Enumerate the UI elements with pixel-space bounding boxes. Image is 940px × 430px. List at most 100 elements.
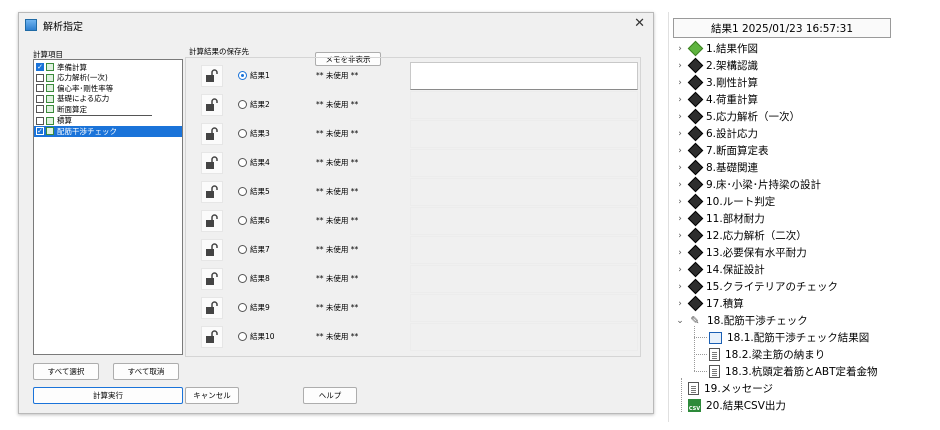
unlock-icon[interactable]	[201, 297, 223, 319]
help-button[interactable]: ヘルプ	[303, 387, 357, 404]
checkbox-icon[interactable]: ✓	[36, 127, 44, 136]
calc-item[interactable]: ✓ 準備計算	[34, 62, 182, 73]
chevron-right-icon[interactable]: ›	[675, 248, 685, 258]
chevron-right-icon[interactable]: ›	[675, 197, 685, 207]
slot-memo-field[interactable]	[410, 91, 638, 119]
select-all-button[interactable]: すべて選択	[33, 363, 99, 380]
result-header[interactable]: 結果1 2025/01/23 16:57:31	[673, 18, 891, 38]
run-calculation-button[interactable]: 計算実行	[33, 387, 183, 404]
tree-node[interactable]: › 4.荷重計算	[675, 91, 758, 108]
unlock-icon[interactable]	[201, 210, 223, 232]
chevron-right-icon[interactable]: ›	[675, 146, 685, 156]
tree-node[interactable]: › 9.床･小梁･片持梁の設計	[675, 176, 821, 193]
slot-label[interactable]: 結果10	[250, 331, 275, 342]
calc-item[interactable]: 応力解析(一次)	[34, 73, 182, 84]
slot-memo-field[interactable]	[410, 265, 638, 293]
slot-radio[interactable]	[238, 129, 247, 138]
unlock-icon[interactable]	[201, 326, 223, 348]
chevron-right-icon[interactable]: ›	[675, 265, 685, 275]
slot-label[interactable]: 結果1	[250, 70, 270, 81]
chevron-right-icon[interactable]: ›	[675, 282, 685, 292]
tree-node[interactable]: › 15.クライテリアのチェック	[675, 278, 838, 295]
slot-label[interactable]: 結果2	[250, 99, 270, 110]
tree-node[interactable]: › 17.積算	[675, 295, 744, 312]
chevron-right-icon[interactable]: ›	[675, 231, 685, 241]
slot-memo-field[interactable]	[410, 62, 638, 90]
chevron-right-icon[interactable]: ›	[675, 180, 685, 190]
tree-node[interactable]: › 7.断面算定表	[675, 142, 769, 159]
unlock-icon[interactable]	[201, 268, 223, 290]
checkbox-icon[interactable]	[36, 116, 44, 125]
chevron-right-icon[interactable]: ›	[675, 95, 685, 105]
slot-memo-field[interactable]	[410, 149, 638, 177]
tree-node[interactable]: 19.メッセージ	[688, 380, 773, 397]
tree-node[interactable]: › 8.基礎関連	[675, 159, 758, 176]
checkbox-icon[interactable]	[36, 84, 44, 93]
slot-radio[interactable]	[238, 158, 247, 167]
tree-node[interactable]: 18.1.配筋干渉チェック結果図	[709, 329, 869, 346]
tree-node[interactable]: › 5.応力解析（一次）	[675, 108, 800, 125]
unlock-icon[interactable]	[201, 152, 223, 174]
tree-node[interactable]: › 13.必要保有水平耐力	[675, 244, 807, 261]
chevron-right-icon[interactable]: ›	[675, 44, 685, 54]
chevron-right-icon[interactable]: ›	[675, 112, 685, 122]
close-icon[interactable]: ✕	[634, 16, 645, 31]
tree-node[interactable]: › 1.結果作図	[675, 40, 758, 57]
slot-label[interactable]: 結果5	[250, 186, 270, 197]
slot-label[interactable]: 結果7	[250, 244, 270, 255]
tree-node[interactable]: 18.2.梁主筋の納まり	[709, 346, 825, 363]
slot-memo-field[interactable]	[410, 236, 638, 264]
checkbox-icon[interactable]	[36, 105, 44, 114]
chevron-right-icon[interactable]: ›	[675, 78, 685, 88]
tree-node[interactable]: › 11.部材耐力	[675, 210, 765, 227]
chevron-down-icon[interactable]: ⌄	[675, 316, 685, 326]
slot-radio[interactable]	[238, 187, 247, 196]
checkbox-icon[interactable]: ✓	[36, 63, 44, 72]
slot-memo-field[interactable]	[410, 207, 638, 235]
calc-item[interactable]: ✓ 配筋干渉チェック	[34, 126, 182, 137]
slot-radio[interactable]	[238, 245, 247, 254]
chevron-right-icon[interactable]: ›	[675, 61, 685, 71]
calc-items-list[interactable]: ✓ 準備計算 応力解析(一次) 偏心率･剛性率等 基礎による応力 断面算定 積算 ✓ 配筋干渉チ…	[33, 59, 183, 355]
chevron-right-icon[interactable]: ›	[675, 214, 685, 224]
slot-memo-field[interactable]	[410, 323, 638, 351]
tree-node[interactable]: › 10.ルート判定	[675, 193, 775, 210]
deselect-all-button[interactable]: すべて取消	[113, 363, 179, 380]
slot-radio[interactable]	[238, 100, 247, 109]
tree-node[interactable]: › 12.応力解析（二次）	[675, 227, 807, 244]
tree-node[interactable]: › 6.設計応力	[675, 125, 758, 142]
slot-label[interactable]: 結果3	[250, 128, 270, 139]
slot-radio[interactable]	[238, 71, 247, 80]
slot-radio[interactable]	[238, 216, 247, 225]
slot-label[interactable]: 結果6	[250, 215, 270, 226]
unlock-icon[interactable]	[201, 65, 223, 87]
slot-label[interactable]: 結果4	[250, 157, 270, 168]
slot-label[interactable]: 結果9	[250, 302, 270, 313]
calc-item[interactable]: 積算	[34, 116, 182, 127]
slot-memo-field[interactable]	[410, 120, 638, 148]
slot-memo-field[interactable]	[410, 178, 638, 206]
slot-label[interactable]: 結果8	[250, 273, 270, 284]
tree-node[interactable]: CSV 20.結果CSV出力	[688, 397, 786, 414]
unlock-icon[interactable]	[201, 239, 223, 261]
calc-item[interactable]: 基礎による応力	[34, 94, 182, 105]
unlock-icon[interactable]	[201, 94, 223, 116]
tree-node[interactable]: › 14.保証設計	[675, 261, 765, 278]
tree-node[interactable]: 18.3.杭頭定着筋とABT定着金物	[709, 363, 878, 380]
calc-item[interactable]: 断面算定	[34, 104, 182, 115]
chevron-right-icon[interactable]: ›	[675, 299, 685, 309]
chevron-right-icon[interactable]: ›	[675, 129, 685, 139]
tree-node[interactable]: › 2.架構認識	[675, 57, 758, 74]
checkbox-icon[interactable]	[36, 73, 44, 82]
slot-radio[interactable]	[238, 274, 247, 283]
slot-memo-field[interactable]	[410, 294, 638, 322]
tree-node[interactable]: › 3.剛性計算	[675, 74, 758, 91]
unlock-icon[interactable]	[201, 123, 223, 145]
chevron-right-icon[interactable]: ›	[675, 163, 685, 173]
cancel-button[interactable]: キャンセル	[185, 387, 239, 404]
calc-item[interactable]: 偏心率･剛性率等	[34, 83, 182, 94]
slot-radio[interactable]	[238, 332, 247, 341]
unlock-icon[interactable]	[201, 181, 223, 203]
checkbox-icon[interactable]	[36, 94, 44, 103]
slot-radio[interactable]	[238, 303, 247, 312]
